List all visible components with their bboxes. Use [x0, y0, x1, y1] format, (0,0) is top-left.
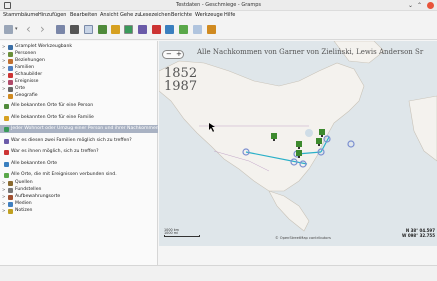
geo-descendants-icon — [4, 127, 9, 132]
geo-view7-icon[interactable] — [179, 25, 188, 34]
geo-view-all-places[interactable]: Alle bekannten Orte — [0, 160, 158, 168]
coord-lon: W 098° 32.755 — [402, 233, 435, 238]
globe-icon — [8, 94, 13, 99]
europe-landmass — [408, 95, 437, 162]
geo-view-person[interactable]: Alle bekannten Orte für eine Person — [0, 102, 158, 110]
menu-bar: Stammbäume Hinzufügen Bearbeiten Ansicht… — [0, 11, 437, 20]
minimize-icon[interactable]: ⌄ — [408, 2, 413, 9]
geo-view6-icon[interactable] — [165, 25, 174, 34]
title-bar: Testdaten - Geschmiege - Gramps ⌄ ⌃ — [0, 0, 437, 11]
map-credit: © OpenStreetMap contributors — [275, 236, 331, 240]
close-button[interactable] — [427, 2, 434, 9]
geo-view-family[interactable]: Alle bekannten Orte für eine Familie — [0, 114, 158, 122]
geo-view-two-families[interactable]: War es diesen zwei Familien möglich sich… — [0, 137, 158, 145]
geo-view4-icon[interactable] — [138, 25, 147, 34]
geo-meet-icon — [4, 150, 9, 155]
window-title: Testdaten - Geschmiege - Gramps — [176, 2, 261, 8]
edit-icon[interactable] — [207, 25, 216, 34]
map-view[interactable] — [159, 41, 437, 246]
menu-bearbeiten[interactable]: Bearbeiten — [70, 12, 97, 18]
map-title: Alle Nachkommen von Garner von Zieliński… — [197, 48, 424, 56]
menu-werkzeuge[interactable]: Werkzeuge — [195, 12, 223, 18]
geo-view-events[interactable]: Alle Orte, die mit Ereignissen verbunden… — [0, 171, 158, 179]
great-lakes — [305, 129, 313, 137]
expand-arrow-icon[interactable]: > — [2, 207, 5, 215]
sidebar: > Gramplet Werkzeugbank > Personen > Bez… — [0, 41, 159, 280]
map-footer — [159, 246, 437, 265]
zoom-in-button[interactable]: + — [176, 51, 182, 58]
geo-view-meet[interactable]: War es ihnen möglich, sich zu treffen? — [0, 148, 158, 156]
person-nav-icon[interactable] — [4, 25, 13, 34]
maximize-icon[interactable]: ⌃ — [417, 2, 422, 9]
geo-view3-icon[interactable] — [124, 25, 133, 34]
zoom-control: − + — [162, 50, 184, 59]
geo-view2-icon[interactable] — [111, 25, 120, 34]
status-bar — [0, 265, 437, 281]
sidebar-item-notizen[interactable]: > Notizen — [0, 207, 158, 215]
zoom-out-button[interactable]: − — [166, 51, 172, 58]
map-scale: 1000 km 1000 mi — [164, 228, 200, 237]
geo-view1-icon[interactable] — [98, 25, 107, 34]
geo-view-descendants[interactable]: Jeder Wohnort oder Umzug einer Person un… — [0, 125, 159, 133]
notes-icon — [8, 209, 13, 214]
menu-lesezeichen[interactable]: Lesezeichen — [140, 12, 171, 18]
scale-bar — [164, 235, 200, 237]
menu-berichte[interactable]: Berichte — [171, 12, 192, 18]
geo-family-icon — [4, 116, 9, 121]
geo-view5-icon[interactable] — [152, 25, 161, 34]
forward-icon[interactable]: › — [40, 22, 45, 36]
map-canvas — [159, 41, 437, 232]
sidebar-item-geografie[interactable]: ⌄ Geografie — [0, 92, 158, 100]
geo-two-families-icon — [4, 139, 9, 144]
menu-hinzufuegen[interactable]: Hinzufügen — [38, 12, 66, 18]
menu-stammbaeume[interactable]: Stammbäume — [3, 12, 38, 18]
tools-icon[interactable] — [193, 25, 202, 34]
geo-person-icon — [4, 104, 9, 109]
menu-ansicht[interactable]: Ansicht — [100, 12, 118, 18]
back-icon[interactable]: ‹ — [26, 22, 31, 36]
central-america-landmass — [268, 190, 310, 232]
collapse-arrow-icon[interactable]: ⌄ — [2, 92, 5, 100]
geo-all-places-icon — [4, 162, 9, 167]
menu-gehe-zu[interactable]: Gehe zu — [120, 12, 141, 18]
toolbar: ▾ ‹ › — [0, 20, 437, 40]
home-icon[interactable] — [56, 25, 65, 34]
place-marker-coast — [347, 140, 355, 148]
dropdown-arrow-icon[interactable]: ▾ — [15, 26, 18, 32]
year-end: 1987 — [164, 79, 198, 94]
print-icon[interactable] — [70, 25, 79, 34]
map-coordinates: N 38° 04.597 W 098° 32.755 — [402, 228, 435, 238]
config-icon[interactable] — [84, 25, 93, 34]
geo-events-icon — [4, 173, 9, 178]
menu-hilfe[interactable]: Hilfe — [224, 12, 235, 18]
